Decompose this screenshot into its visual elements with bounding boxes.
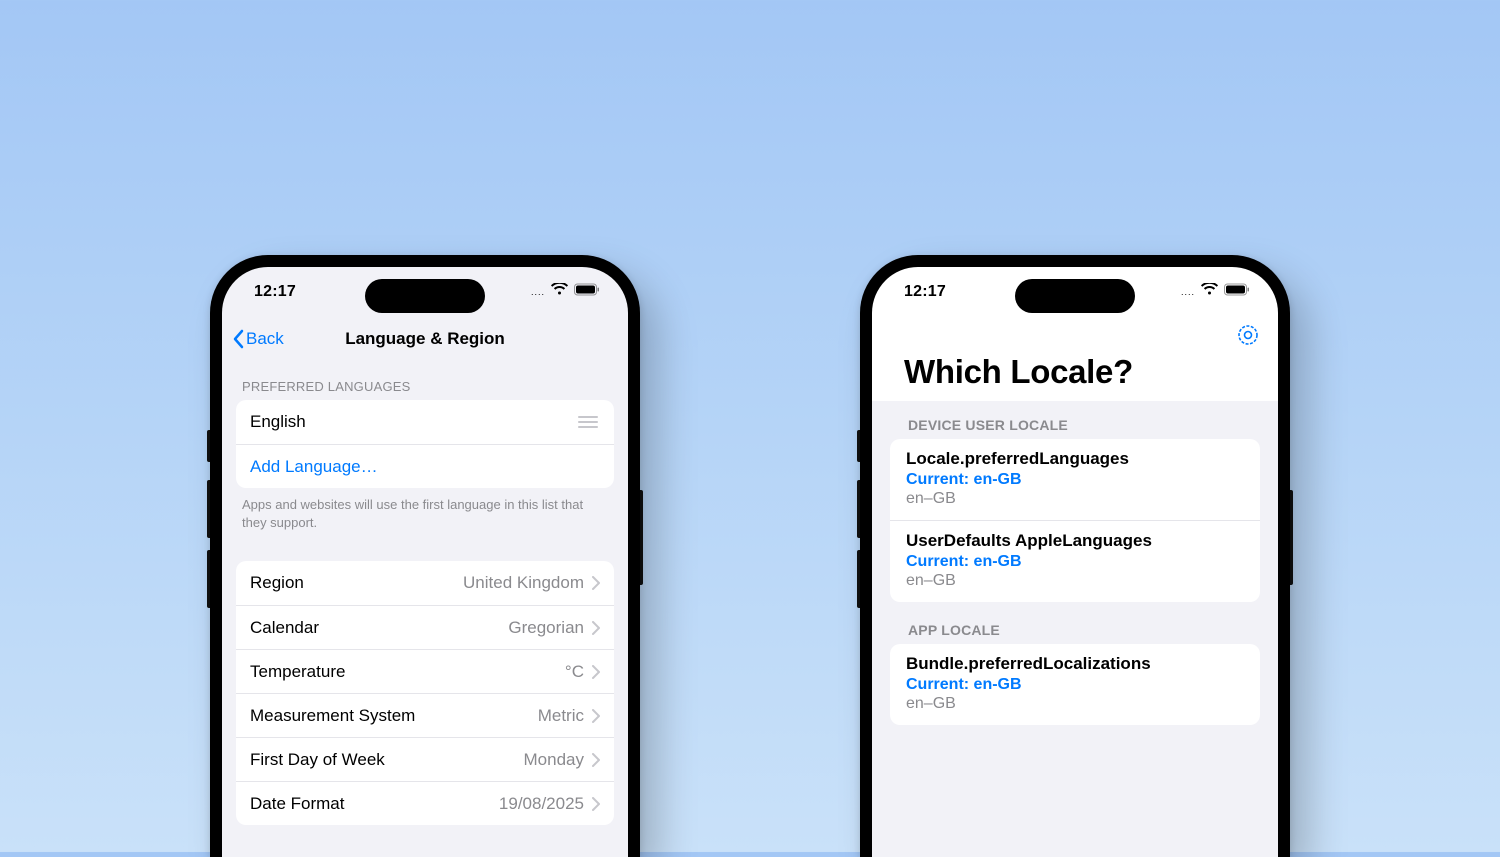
chevron-right-icon [592,753,600,767]
status-icons: .... [531,283,600,301]
measurement-row[interactable]: Measurement System Metric [236,693,614,737]
calendar-row[interactable]: Calendar Gregorian [236,605,614,649]
row-subtitle: en–GB [906,572,1244,590]
row-title: UserDefaults AppleLanguages [906,531,1244,551]
section-header-device-locale: Device User Locale [872,401,1278,439]
chevron-right-icon [592,797,600,811]
row-label: Region [250,573,304,593]
device-locale-list: Locale.preferredLanguages Current: en-GB… [890,439,1260,602]
row-value: Gregorian [508,618,584,638]
back-button[interactable]: Back [232,329,284,349]
row-label: Measurement System [250,706,415,726]
chevron-right-icon [592,709,600,723]
cellular-icon: .... [531,287,545,297]
chevron-right-icon [592,576,600,590]
nav-bar: Back Language & Region [222,317,628,361]
phone-side-button [640,490,643,585]
section-header-preferred: Preferred Languages [222,361,628,400]
cellular-icon: .... [1181,287,1195,297]
back-label: Back [246,329,284,349]
row-label: Temperature [250,662,345,682]
language-row[interactable]: English [236,400,614,444]
status-bar: 12:17 .... [222,267,628,317]
nav-title: Language & Region [345,329,505,349]
row-label: First Day of Week [250,750,385,770]
row-value: °C [565,662,584,682]
phone-app: 12:17 .... [860,255,1290,857]
wifi-icon [551,283,568,301]
row-value: 19/08/2025 [499,794,584,814]
phone-settings: 12:17 .... Back [210,255,640,857]
row-title: Bundle.preferredLocalizations [906,654,1244,674]
section-footer-preferred: Apps and websites will use the first lan… [222,488,628,537]
drag-handle-icon[interactable] [578,416,600,428]
status-icons: .... [1181,283,1250,301]
locale-row[interactable]: Bundle.preferredLocalizations Current: e… [890,644,1260,725]
wifi-icon [1201,283,1218,301]
add-language-row[interactable]: Add Language… [236,444,614,488]
add-language-label: Add Language… [250,457,378,477]
gear-icon [1236,323,1260,347]
region-row[interactable]: Region United Kingdom [236,561,614,605]
language-label: English [250,412,306,432]
page-title: Which Locale? [872,347,1278,401]
section-header-app-locale: App Locale [872,602,1278,644]
row-label: Calendar [250,618,319,638]
status-time: 12:17 [904,283,946,301]
row-label: Date Format [250,794,344,814]
row-value: United Kingdom [463,573,584,593]
battery-icon [1224,283,1250,301]
row-value: Monday [524,750,584,770]
battery-icon [574,283,600,301]
temperature-row[interactable]: Temperature °C [236,649,614,693]
first-day-row[interactable]: First Day of Week Monday [236,737,614,781]
row-subtitle: en–GB [906,695,1244,713]
row-current: Current: en-GB [906,676,1244,694]
locale-row[interactable]: UserDefaults AppleLanguages Current: en-… [890,520,1260,602]
settings-button[interactable] [1236,323,1260,347]
row-current: Current: en-GB [906,471,1244,489]
row-value: Metric [538,706,584,726]
phone-side-button [1290,490,1293,585]
status-time: 12:17 [254,283,296,301]
row-subtitle: en–GB [906,490,1244,508]
preferred-languages-list: English Add Language… [236,400,614,488]
status-bar: 12:17 .... [872,267,1278,317]
app-locale-list: Bundle.preferredLocalizations Current: e… [890,644,1260,725]
locale-row[interactable]: Locale.preferredLanguages Current: en-GB… [890,439,1260,520]
row-title: Locale.preferredLanguages [906,449,1244,469]
date-format-row[interactable]: Date Format 19/08/2025 [236,781,614,825]
chevron-right-icon [592,665,600,679]
row-current: Current: en-GB [906,553,1244,571]
chevron-right-icon [592,621,600,635]
region-settings-list: Region United Kingdom Calendar Gregorian… [236,561,614,825]
